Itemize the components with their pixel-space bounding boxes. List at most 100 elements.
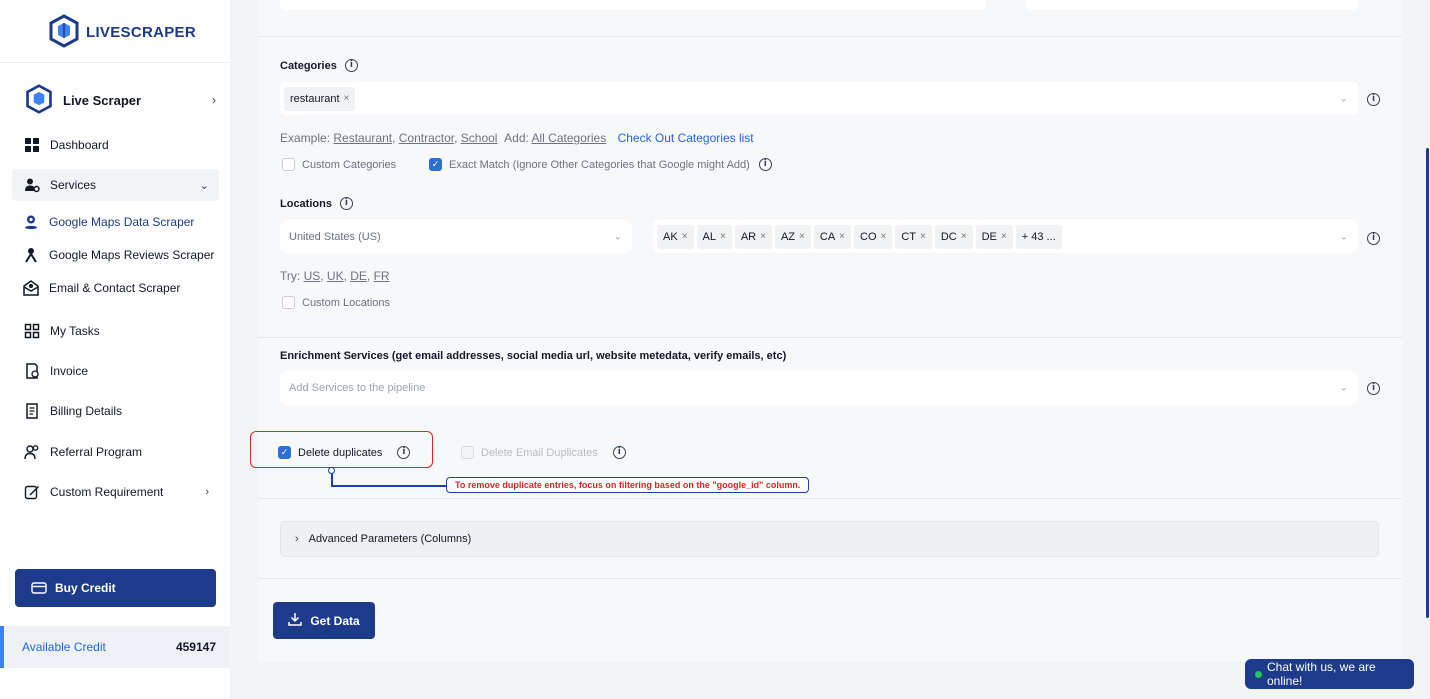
edit-icon — [23, 483, 41, 501]
scrollbar[interactable] — [1426, 148, 1429, 618]
logo-icon — [48, 14, 80, 51]
delete-email-duplicates-row[interactable]: Delete Email Duplicates i — [461, 446, 626, 459]
chip-label: AR — [740, 230, 757, 243]
remove-icon[interactable]: × — [682, 231, 688, 242]
info-icon[interactable]: i — [339, 197, 353, 210]
try-link-de[interactable]: DE — [350, 269, 367, 283]
exact-match-checkbox[interactable]: ✓ — [429, 158, 442, 171]
grid-icon — [23, 136, 41, 154]
remove-icon[interactable]: × — [1001, 231, 1007, 242]
example-link-contractor[interactable]: Contractor — [399, 131, 454, 145]
try-link-uk[interactable]: UK — [327, 269, 344, 283]
sidebar-subitem-google-maps-data-scraper[interactable]: Google Maps Data Scraper — [22, 211, 194, 233]
enrichment-placeholder: Add Services to the pipeline — [289, 382, 426, 394]
enrichment-select[interactable]: Add Services to the pipeline ⌄ — [280, 371, 1358, 405]
remove-icon[interactable]: × — [760, 231, 766, 242]
categories-title: Categories — [280, 59, 337, 72]
country-select[interactable]: United States (US) ⌄ — [280, 220, 632, 253]
chip-label: AL — [702, 230, 716, 243]
brand-logo[interactable]: LIVESCRAPER — [48, 14, 196, 51]
locations-heading: Locations i — [280, 197, 353, 210]
services-icon — [23, 176, 41, 194]
sidebar-item-dashboard[interactable]: Dashboard — [12, 129, 219, 161]
check-categories-link[interactable]: Check Out Categories list — [618, 131, 754, 145]
state-chip[interactable]: AL × — [696, 224, 732, 249]
remove-icon[interactable]: × — [839, 231, 845, 242]
example-link-school[interactable]: School — [461, 131, 498, 145]
custom-locations-checkbox[interactable] — [282, 296, 295, 309]
info-icon[interactable]: i — [1367, 382, 1380, 395]
remove-icon[interactable]: × — [961, 231, 967, 242]
credit-card-icon — [31, 582, 47, 594]
delete-duplicates-label: Delete duplicates — [298, 446, 383, 459]
chat-widget[interactable]: Chat with us, we are online! — [1245, 659, 1414, 689]
sidebar-item-label: Services — [50, 178, 97, 192]
info-icon[interactable]: i — [1367, 232, 1380, 245]
state-chip[interactable]: DC × — [934, 224, 973, 249]
locations-hint: Try: US, UK, DE, FR — [280, 269, 390, 283]
try-link-fr[interactable]: FR — [374, 269, 390, 283]
delete-duplicates-checkbox[interactable]: ✓ — [278, 446, 291, 459]
state-chip[interactable]: DE × — [975, 224, 1013, 249]
section-divider — [258, 578, 1402, 579]
chip-label: restaurant — [290, 92, 340, 105]
info-icon[interactable]: i — [397, 446, 411, 459]
delete-duplicates-row[interactable]: ✓ Delete duplicates i — [278, 446, 411, 459]
callout-anchor — [328, 467, 335, 474]
sidebar-item-services[interactable]: Services ⌄ — [12, 169, 219, 201]
state-chip[interactable]: CO × — [854, 224, 893, 249]
available-credit-value: 459147 — [175, 640, 216, 654]
remove-icon[interactable]: × — [881, 231, 887, 242]
sidebar-item-billing-details[interactable]: Billing Details — [12, 395, 219, 427]
top-input-right[interactable] — [1026, 0, 1358, 10]
buy-credit-button[interactable]: Buy Credit — [15, 569, 216, 607]
remove-icon[interactable]: × — [720, 231, 726, 242]
sidebar-subitem-label: Google Maps Data Scraper — [49, 215, 195, 229]
enrichment-heading: Enrichment Services (get email addresses… — [280, 350, 786, 362]
live-scraper-icon — [24, 83, 54, 117]
custom-categories-checkbox-row[interactable]: Custom Categories — [282, 158, 396, 171]
sidebar-subitem-label: Email & Contact Scraper — [49, 281, 181, 295]
sidebar-item-referral-program[interactable]: Referral Program — [12, 436, 219, 468]
chevron-down-icon[interactable]: ⌄ — [614, 231, 622, 242]
state-chip[interactable]: AK × — [657, 224, 694, 249]
get-data-button[interactable]: Get Data — [273, 602, 375, 639]
example-link-restaurant[interactable]: Restaurant — [333, 131, 392, 145]
exact-match-checkbox-row[interactable]: ✓ Exact Match (Ignore Other Categories t… — [429, 158, 772, 171]
custom-locations-checkbox-row[interactable]: Custom Locations — [282, 296, 390, 309]
remove-icon[interactable]: × — [920, 231, 926, 242]
advanced-parameters-accordion[interactable]: › Advanced Parameters (Columns) — [280, 521, 1379, 557]
sidebar-item-invoice[interactable]: Invoice — [12, 355, 219, 387]
sidebar-item-label: Billing Details — [50, 404, 123, 418]
category-chip[interactable]: restaurant × — [284, 86, 356, 111]
sidebar-item-label: Referral Program — [50, 445, 143, 459]
remove-icon[interactable]: × — [344, 93, 350, 104]
sidebar-item-label: Custom Requirement — [50, 485, 164, 499]
state-chip[interactable]: AZ × — [774, 224, 811, 249]
state-chip[interactable]: CA × — [813, 224, 851, 249]
product-switcher[interactable]: Live Scraper › — [24, 83, 216, 117]
sidebar-item-custom-requirement[interactable]: Custom Requirement › — [12, 476, 219, 508]
info-icon[interactable]: i — [612, 446, 626, 459]
info-icon[interactable]: i — [1367, 93, 1380, 106]
state-chip[interactable]: CT × — [895, 224, 932, 249]
state-chip[interactable]: AR × — [734, 224, 772, 249]
sidebar-subitem-email-contact-scraper[interactable]: Email & Contact Scraper — [22, 277, 180, 299]
all-categories-link[interactable]: All Categories — [532, 131, 607, 145]
sidebar-subitem-google-maps-reviews-scraper[interactable]: Google Maps Reviews Scraper — [22, 244, 214, 266]
info-icon[interactable]: i — [758, 158, 772, 171]
top-input-left[interactable] — [280, 0, 986, 10]
info-icon[interactable]: i — [344, 59, 358, 72]
categories-select[interactable]: restaurant × ⌄ — [280, 82, 1358, 115]
sidebar-item-my-tasks[interactable]: My Tasks — [12, 315, 219, 347]
chevron-down-icon[interactable]: ⌄ — [1340, 231, 1348, 242]
chevron-down-icon[interactable]: ⌄ — [1340, 93, 1348, 104]
custom-categories-checkbox[interactable] — [282, 158, 295, 171]
more-states-chip[interactable]: + 43 ... — [1015, 224, 1062, 249]
states-select[interactable]: AK × AL × AR × AZ × CA × CO × CT × DC × DE × + 43… — [653, 220, 1358, 253]
custom-locations-label: Custom Locations — [302, 296, 391, 309]
try-link-us[interactable]: US — [304, 269, 321, 283]
chevron-down-icon[interactable]: ⌄ — [1340, 383, 1348, 394]
delete-email-duplicates-checkbox[interactable] — [461, 446, 474, 459]
remove-icon[interactable]: × — [799, 231, 805, 242]
